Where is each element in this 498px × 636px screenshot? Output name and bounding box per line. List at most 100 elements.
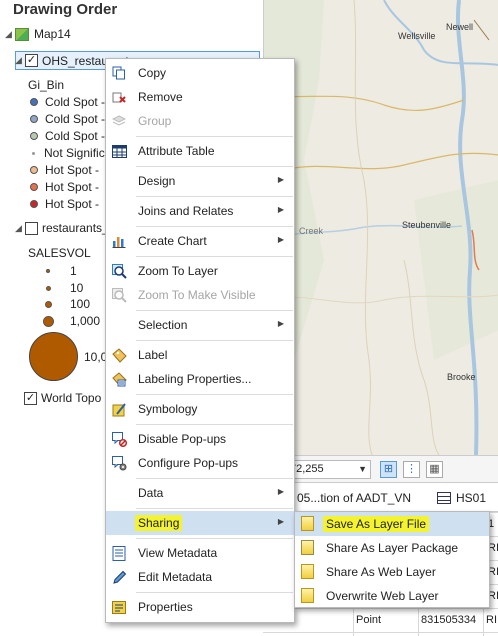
menu-item-labeling-properties[interactable]: Labeling Properties... (106, 367, 294, 391)
zoom-visible-icon (111, 287, 127, 303)
layer-visibility-checkbox[interactable]: ✓ (24, 391, 37, 405)
table-icon (437, 492, 451, 504)
proportional-symbol-icon (42, 315, 54, 327)
symbology-icon (111, 401, 127, 417)
menu-item-overwrite-web-layer[interactable]: Overwrite Web Layer (295, 584, 489, 608)
table-tab-strip: 05...tion of AADT_VN HS01 (263, 484, 498, 512)
menu-item-design[interactable]: Design ▶ (106, 169, 294, 193)
menu-item-zoom-to-make-visible[interactable]: Zoom To Make Visible (106, 283, 294, 307)
menu-separator (136, 508, 293, 509)
legend-item: Cold Spot - (30, 112, 105, 126)
map-node[interactable]: ◢ Map14 (5, 27, 71, 41)
map-icon (15, 27, 29, 41)
layer-name: restaurants_ (42, 221, 109, 235)
pane-title: Drawing Order (13, 1, 118, 18)
menu-item-properties[interactable]: Properties (106, 595, 294, 619)
menu-item-label[interactable]: Label (106, 343, 294, 367)
menu-separator (136, 136, 293, 137)
menu-separator (136, 256, 293, 257)
tab-aadt-table[interactable]: 05...tion of AADT_VN (297, 491, 411, 505)
table-cell[interactable]: Point (356, 614, 381, 626)
menu-item-sharing[interactable]: Sharing ▶ (106, 511, 294, 535)
layer-node-restaurants[interactable]: ◢ restaurants_ (15, 221, 109, 235)
zoom-layer-icon (111, 263, 127, 279)
tab-hs01[interactable]: HS01 (456, 491, 486, 505)
map-status-bar: 72,255 ▼ ⊞ ⋮ ▦ (263, 455, 498, 483)
menu-item-copy[interactable]: Copy (106, 61, 294, 85)
menu-separator (136, 592, 293, 593)
menu-item-create-chart[interactable]: Create Chart ▶ (106, 229, 294, 253)
labeling-properties-icon (111, 371, 127, 387)
proportional-symbol-icon (46, 269, 50, 273)
submenu-arrow-icon: ▶ (277, 517, 284, 526)
menu-item-share-as-layer-package[interactable]: Share As Layer Package (295, 536, 489, 560)
legend-label: Cold Spot - (45, 129, 106, 143)
grid-icon[interactable]: ▦ (426, 461, 443, 478)
scale-dropdown[interactable]: 72,255 ▼ (285, 460, 371, 479)
group-icon (111, 113, 127, 129)
expand-icon[interactable]: ◢ (5, 29, 15, 40)
menu-item-disable-popups[interactable]: Disable Pop-ups (106, 427, 294, 451)
chevron-down-icon: ▼ (358, 464, 367, 474)
legend-label: Not Signific (44, 146, 105, 160)
legend-item: 1,000 (34, 314, 100, 328)
menu-item-selection[interactable]: Selection ▶ (106, 313, 294, 337)
menu-item-zoom-to-layer[interactable]: Zoom To Layer (106, 259, 294, 283)
table-cell[interactable]: RI (486, 614, 497, 626)
menu-separator (136, 196, 293, 197)
layer-file-icon (299, 516, 315, 532)
disable-popups-icon (111, 431, 127, 447)
label-icon (111, 347, 127, 363)
layer-visibility-checkbox[interactable] (25, 221, 38, 235)
menu-separator (136, 340, 293, 341)
menu-item-attribute-table[interactable]: Attribute Table (106, 139, 294, 163)
menu-item-save-as-layer-file[interactable]: Save As Layer File (295, 512, 489, 536)
legend-item: 10 (34, 281, 83, 295)
menu-item-edit-metadata[interactable]: Edit Metadata (106, 565, 294, 589)
legend-item: Hot Spot - (30, 197, 99, 211)
menu-item-data[interactable]: Data ▶ (106, 481, 294, 505)
menu-item-joins-and-relates[interactable]: Joins and Relates ▶ (106, 199, 294, 223)
menu-item-symbology[interactable]: Symbology (106, 397, 294, 421)
menu-separator (136, 166, 293, 167)
table-cell[interactable]: 831505334 (421, 614, 476, 626)
legend-label: Cold Spot - (45, 95, 106, 109)
legend-item: 10,0 (29, 332, 107, 381)
layer-visibility-checkbox[interactable]: ✓ (25, 54, 38, 67)
submenu-arrow-icon: ▶ (277, 175, 284, 184)
expand-icon[interactable]: ◢ (15, 223, 25, 234)
scale-bar-icon[interactable]: ⋮ (403, 461, 420, 478)
layer-node-basemap[interactable]: ✓ World Topo (24, 391, 101, 405)
layer-package-icon (299, 540, 315, 556)
proportional-symbol-icon (29, 332, 78, 381)
copy-icon (111, 65, 127, 81)
legend-symbol-icon (30, 200, 38, 208)
legend-symbol-icon (30, 132, 38, 140)
menu-separator (136, 478, 293, 479)
menu-item-group[interactable]: Group (106, 109, 294, 133)
legend-symbol-icon (30, 115, 38, 123)
expand-icon[interactable]: ◢ (15, 55, 25, 66)
menu-item-share-as-web-layer[interactable]: Share As Web Layer (295, 560, 489, 584)
legend-item: Hot Spot - (30, 180, 99, 194)
web-layer-icon (299, 564, 315, 580)
menu-separator (136, 424, 293, 425)
submenu-arrow-icon: ▶ (277, 205, 284, 214)
legend-symbol-icon (32, 151, 35, 155)
menu-item-remove[interactable]: Remove (106, 85, 294, 109)
map-view[interactable]: Newell Wellsville Steubenville Creek Bro… (263, 0, 498, 455)
menu-item-configure-popups[interactable]: Configure Pop-ups (106, 451, 294, 475)
menu-item-view-metadata[interactable]: View Metadata (106, 541, 294, 565)
legend-item: Cold Spot - (30, 129, 105, 143)
map-place-label: Steubenville (402, 220, 452, 230)
map-place-label: Creek (299, 226, 324, 236)
layer-context-menu: Copy Remove Group Attribute Table Design… (105, 58, 295, 623)
configure-popups-icon (111, 455, 127, 471)
legend-field-heading: SALESVOL (28, 246, 91, 260)
submenu-arrow-icon: ▶ (277, 319, 284, 328)
map-place-label: Newell (446, 22, 474, 32)
menu-separator (136, 226, 293, 227)
menu-separator (136, 538, 293, 539)
select-extent-icon[interactable]: ⊞ (380, 461, 397, 478)
map-place-label: Wellsville (398, 31, 436, 41)
